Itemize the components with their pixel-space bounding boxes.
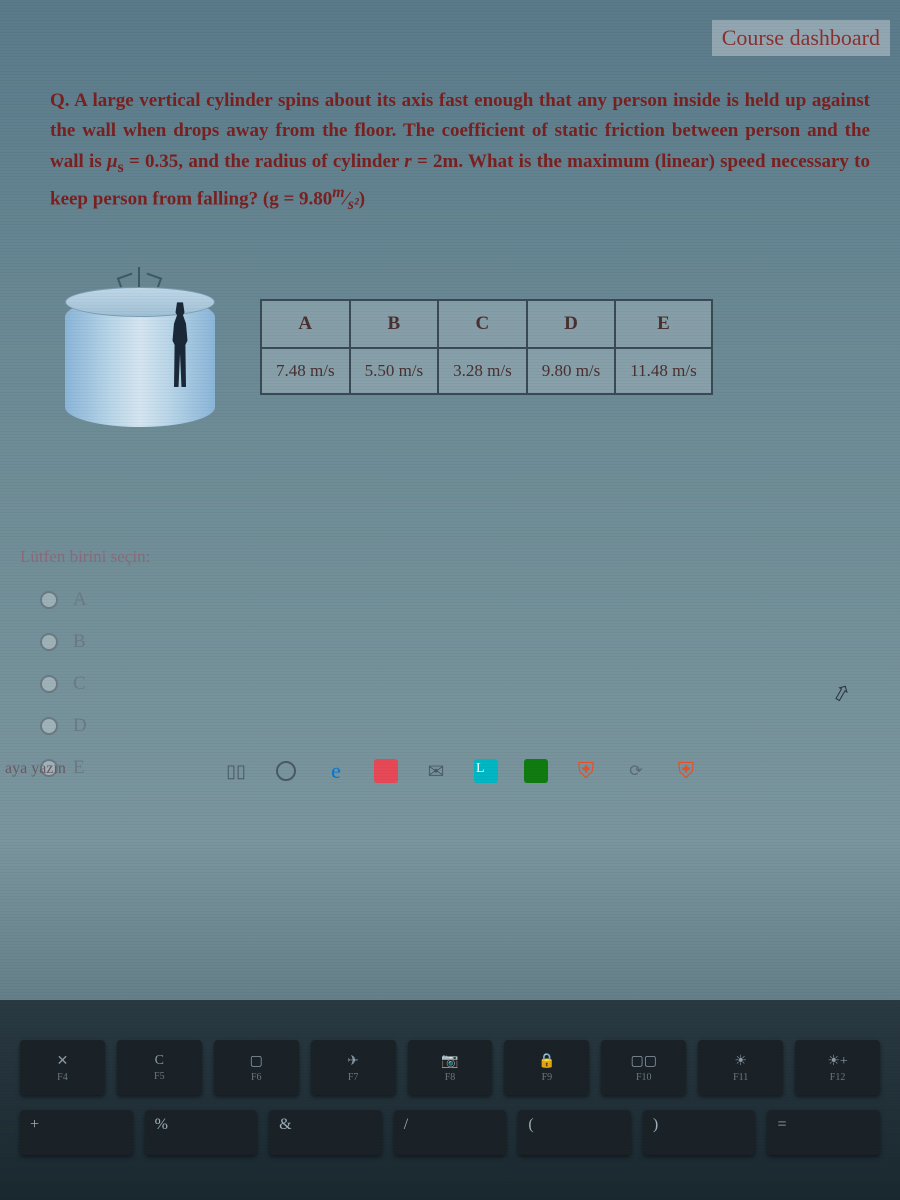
taskview-icon[interactable]: ▯▯ xyxy=(220,755,252,787)
key-percent: % xyxy=(145,1110,258,1155)
table-value-d: 9.80 m/s xyxy=(527,348,616,394)
table-header-a: A xyxy=(261,300,350,348)
q-s2: s² xyxy=(348,196,359,213)
key-f7-icon: ✈ xyxy=(347,1053,359,1070)
radio-d-icon[interactable] xyxy=(40,717,58,735)
q-part-4: = 0.35, and the radius of cylinder xyxy=(124,151,405,172)
options-prompt: Lütfen birini seçin: xyxy=(20,547,870,567)
key-f5-icon: C xyxy=(155,1053,164,1069)
key-f11-icon: ☀ xyxy=(734,1053,747,1070)
q-mu: μ xyxy=(107,151,118,172)
radio-b-icon[interactable] xyxy=(40,633,58,651)
option-d[interactable]: D xyxy=(20,705,870,747)
course-dashboard-link[interactable]: Course dashboard xyxy=(712,20,890,56)
option-c[interactable]: C xyxy=(20,663,870,705)
cylinder-figure xyxy=(50,257,230,437)
key-f5-label: F5 xyxy=(154,1071,165,1082)
key-plus: + xyxy=(20,1110,133,1155)
key-f9: 🔒 F9 xyxy=(504,1040,589,1095)
edge-icon[interactable]: e xyxy=(320,755,352,787)
table-header-c: C xyxy=(438,300,527,348)
question-text: Q. A large vertical cylinder spins about… xyxy=(50,86,870,217)
table-value-b: 5.50 m/s xyxy=(350,348,439,394)
option-b-label: B xyxy=(73,631,86,653)
taskbar: ▯▯ e ✉ L ⛨ ⟳ ⛨ xyxy=(220,755,702,787)
mail-icon[interactable]: ✉ xyxy=(420,755,452,787)
key-equals: = xyxy=(767,1110,880,1155)
key-lparen: ( xyxy=(518,1110,631,1155)
music-icon[interactable]: L xyxy=(470,755,502,787)
table-header-d: D xyxy=(527,300,616,348)
key-f6: ▢ F6 xyxy=(214,1040,299,1095)
option-b[interactable]: B xyxy=(20,621,870,663)
shield2-icon[interactable]: ⛨ xyxy=(670,755,702,787)
option-a-label: A xyxy=(73,589,87,611)
key-rparen: ) xyxy=(643,1110,756,1155)
search-input-text[interactable]: aya yazın xyxy=(0,760,66,778)
q-m: m xyxy=(332,184,344,201)
table-value-a: 7.48 m/s xyxy=(261,348,350,394)
option-c-label: C xyxy=(73,673,86,695)
key-f8-icon: 📷 xyxy=(441,1053,458,1070)
key-f7: ✈ F7 xyxy=(311,1040,396,1095)
option-e-label: E xyxy=(73,757,85,779)
option-d-label: D xyxy=(73,715,87,737)
key-f11-label: F11 xyxy=(733,1072,748,1083)
key-f12: ☀+ F12 xyxy=(795,1040,880,1095)
key-f8: 📷 F8 xyxy=(408,1040,493,1095)
q-part-9: ) xyxy=(359,188,365,209)
key-f10-label: F10 xyxy=(636,1072,652,1083)
key-f4-icon: ✕ xyxy=(57,1053,69,1070)
table-header-e: E xyxy=(615,300,711,348)
cortana-icon[interactable] xyxy=(270,755,302,787)
table-header-b: B xyxy=(350,300,439,348)
key-f4-label: F4 xyxy=(57,1072,68,1083)
store-icon[interactable] xyxy=(370,755,402,787)
refresh-icon[interactable]: ⟳ xyxy=(620,755,652,787)
q-r: r xyxy=(404,151,411,172)
key-f12-icon: ☀+ xyxy=(827,1053,847,1070)
shield1-icon[interactable]: ⛨ xyxy=(570,755,602,787)
key-f8-label: F8 xyxy=(445,1072,456,1083)
key-f7-label: F7 xyxy=(348,1072,359,1083)
key-f10: ▢▢ F10 xyxy=(601,1040,686,1095)
key-f6-icon: ▢ xyxy=(250,1053,263,1070)
key-f4: ✕ F4 xyxy=(20,1040,105,1095)
radio-c-icon[interactable] xyxy=(40,675,58,693)
app-green-icon[interactable] xyxy=(520,755,552,787)
key-f6-label: F6 xyxy=(251,1072,262,1083)
table-value-c: 3.28 m/s xyxy=(438,348,527,394)
key-f9-label: F9 xyxy=(542,1072,553,1083)
key-f11: ☀ F11 xyxy=(698,1040,783,1095)
radio-a-icon[interactable] xyxy=(40,591,58,609)
key-slash: / xyxy=(394,1110,507,1155)
key-f12-label: F12 xyxy=(830,1072,846,1083)
key-f5: C F5 xyxy=(117,1040,202,1095)
table-value-e: 11.48 m/s xyxy=(615,348,711,394)
key-f9-icon: 🔒 xyxy=(538,1053,555,1070)
option-a[interactable]: A xyxy=(20,579,870,621)
key-amp: & xyxy=(269,1110,382,1155)
keyboard: ✕ F4 C F5 ▢ F6 ✈ F7 📷 F8 🔒 F9 ▢▢ F10 ☀ xyxy=(0,1000,900,1200)
key-f10-icon: ▢▢ xyxy=(631,1053,657,1070)
answer-table: A B C D E 7.48 m/s 5.50 m/s 3.28 m/s 9.8… xyxy=(260,299,713,395)
